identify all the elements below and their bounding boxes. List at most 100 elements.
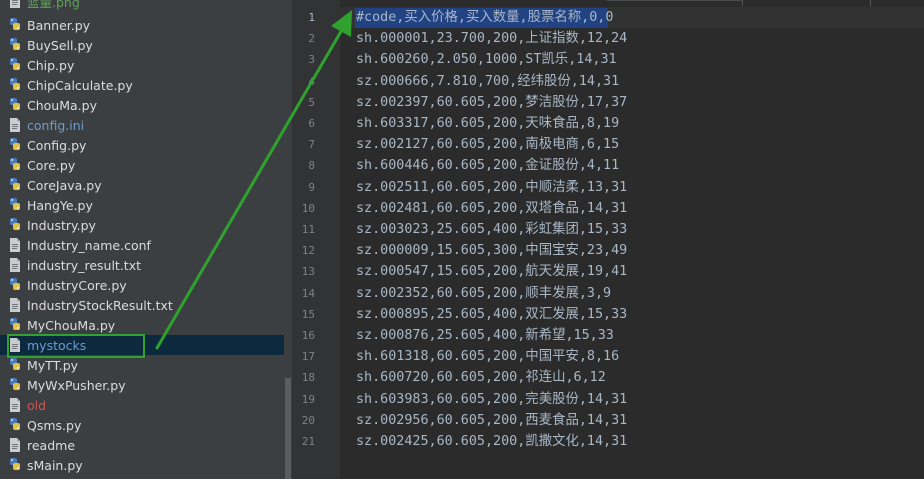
code-line[interactable]: sz.002956,60.605,200,西麦食品,14,31 — [356, 410, 627, 431]
code-line[interactable]: sh.603317,60.605,200,天味食品,8,19 — [356, 113, 619, 134]
code-line[interactable]: sh.000001,23.700,200,上证指数,12,24 — [356, 28, 627, 49]
tree-item[interactable]: config.ini — [0, 115, 284, 135]
code-line[interactable]: sz.002127,60.605,200,南极电商,6,15 — [356, 134, 619, 155]
text-file-icon — [7, 297, 23, 313]
tree-item[interactable]: MyTT.py — [0, 355, 284, 375]
tree-item[interactable]: sMain.py — [0, 455, 284, 475]
code-line[interactable]: sz.002425,60.605,200,凯撒文化,14,31 — [356, 431, 627, 452]
line-number: 21 — [301, 435, 315, 448]
project-tree-scrollbar-thumb[interactable] — [285, 378, 291, 479]
tree-item-label: IndustryStockResult.txt — [27, 297, 173, 313]
code-line[interactable]: sh.603983,60.605,200,完美股份,14,31 — [356, 389, 627, 410]
python-file-icon — [7, 457, 23, 473]
line-number: 20 — [301, 413, 315, 427]
line-number: 17 — [301, 350, 315, 364]
tree-item[interactable]: Core.py — [0, 155, 284, 175]
line-number: 18 — [301, 371, 315, 385]
python-file-icon — [7, 177, 23, 193]
code-line[interactable]: sh.600446,60.605,200,金证股份,4,11 — [356, 155, 619, 176]
python-file-icon — [7, 37, 23, 53]
tree-item-label: Qsms.py — [27, 417, 82, 433]
text-file-icon — [7, 437, 23, 453]
tree-item-label: MyChouMa.py — [27, 317, 116, 333]
tree-item[interactable]: ChouMa.py — [0, 95, 284, 115]
line-number: 10 — [301, 201, 315, 215]
tree-item-label: Banner.py — [27, 17, 91, 33]
line-number: 3 — [308, 53, 315, 67]
line-number: 1 — [308, 11, 315, 24]
tree-item[interactable]: ChipCalculate.py — [0, 75, 284, 95]
code-line[interactable]: sz.000009,15.605,300,中国宝安,23,49 — [356, 240, 627, 261]
code-line[interactable]: sz.000666,7.810,700,经纬股份,14,31 — [356, 71, 619, 92]
line-number: 19 — [301, 392, 315, 406]
tree-item[interactable]: Qsms.py — [0, 415, 284, 435]
code-line[interactable]: sz.000876,25.605,400,新希望,15,33 — [356, 325, 614, 346]
tree-item[interactable]: HangYe.py — [0, 195, 284, 215]
line-number: 13 — [301, 265, 315, 279]
code-line[interactable]: sz.002397,60.605,200,梦洁股份,17,37 — [356, 92, 627, 113]
python-file-icon — [7, 97, 23, 113]
tree-item-label: BuySell.py — [27, 37, 93, 53]
line-number: 8 — [308, 159, 315, 173]
tree-item-label: Chip.py — [27, 57, 75, 73]
code-line[interactable]: sh.600720,60.605,200,祁连山,6,12 — [356, 367, 606, 388]
python-file-icon — [7, 357, 23, 373]
line-number: 2 — [308, 32, 315, 46]
code-line[interactable]: sz.003023,25.605,400,彩虹集团,15,33 — [356, 219, 627, 240]
tree-item[interactable]: IndustryCore.py — [0, 275, 284, 295]
tree-item[interactable]: MyChouMa.py — [0, 315, 284, 335]
python-file-icon — [7, 57, 23, 73]
tree-item[interactable]: IndustryStockResult.txt — [0, 295, 284, 315]
python-file-icon — [7, 317, 23, 333]
tree-item[interactable]: BuySell.py — [0, 35, 284, 55]
text-file-icon — [7, 237, 23, 253]
tree-item-label: Config.py — [27, 137, 87, 153]
right-margin-guide — [742, 0, 743, 6]
python-file-icon — [7, 377, 23, 393]
tree-item-label: CoreJava.py — [27, 177, 102, 193]
code-line[interactable]: sz.002481,60.605,200,双塔食品,14,31 — [356, 198, 627, 219]
tree-item-partial[interactable]: 蓝量.png — [0, 0, 284, 11]
code-line[interactable]: sz.002511,60.605,200,中顺洁柔,13,31 — [356, 177, 627, 198]
tree-item-label: Industry_name.conf — [27, 237, 151, 253]
line-number: 11 — [301, 223, 315, 236]
tree-item[interactable]: old — [0, 395, 284, 415]
line-number: 4 — [308, 74, 315, 88]
code-line[interactable]: sz.000547,15.605,200,航天发展,19,41 — [356, 261, 627, 282]
tree-item-label: IndustryCore.py — [27, 277, 127, 293]
tree-item-label: ChipCalculate.py — [27, 77, 133, 93]
tree-item-label: Core.py — [27, 157, 76, 173]
tree-item[interactable]: Industry.py — [0, 215, 284, 235]
line-number: 6 — [308, 117, 315, 130]
tree-item[interactable]: readme — [0, 435, 284, 455]
project-tree: 蓝量.png Banner.py BuySell.py Chip.py ChipCalc… — [0, 0, 292, 479]
python-file-icon — [7, 277, 23, 293]
tree-item[interactable]: CoreJava.py — [0, 175, 284, 195]
code-line[interactable]: sz.000895,25.605,400,双汇发展,15,33 — [356, 304, 627, 325]
code-line[interactable]: sh.601318,60.605,200,中国平安,8,16 — [356, 346, 619, 367]
tree-item[interactable]: Industry_name.conf — [0, 235, 284, 255]
line-number: 5 — [308, 95, 315, 109]
python-file-icon — [7, 157, 23, 173]
line-number: 15 — [301, 307, 315, 321]
tree-item-label: Industry.py — [27, 217, 96, 233]
tree-item-label: MyWxPusher.py — [27, 377, 126, 393]
tree-item[interactable]: MyWxPusher.py — [0, 375, 284, 395]
python-file-icon — [7, 137, 23, 153]
code-line[interactable]: sh.600260,2.050,1000,ST凯乐,14,31 — [356, 49, 617, 70]
tree-item[interactable]: industry_result.txt — [0, 255, 284, 275]
python-file-icon — [7, 417, 23, 433]
annotation-highlight-box — [7, 334, 145, 358]
tree-item[interactable]: Config.py — [0, 135, 284, 155]
line-number: 16 — [301, 329, 315, 342]
python-file-icon — [7, 77, 23, 93]
tree-item[interactable]: Chip.py — [0, 55, 284, 75]
code-line[interactable]: sz.002352,60.605,200,顺丰发展,3,9 — [356, 283, 611, 304]
code-line[interactable]: #code,买入价格,买入数量,股票名称,0,0 — [356, 7, 613, 28]
tree-item-label: sMain.py — [27, 457, 83, 473]
tree-item-label: config.ini — [27, 117, 85, 133]
tree-item-label: old — [27, 397, 47, 413]
right-margin-guide-2 — [870, 0, 871, 6]
tree-item-label: HangYe.py — [27, 197, 93, 213]
tree-item[interactable]: Banner.py — [0, 15, 284, 35]
